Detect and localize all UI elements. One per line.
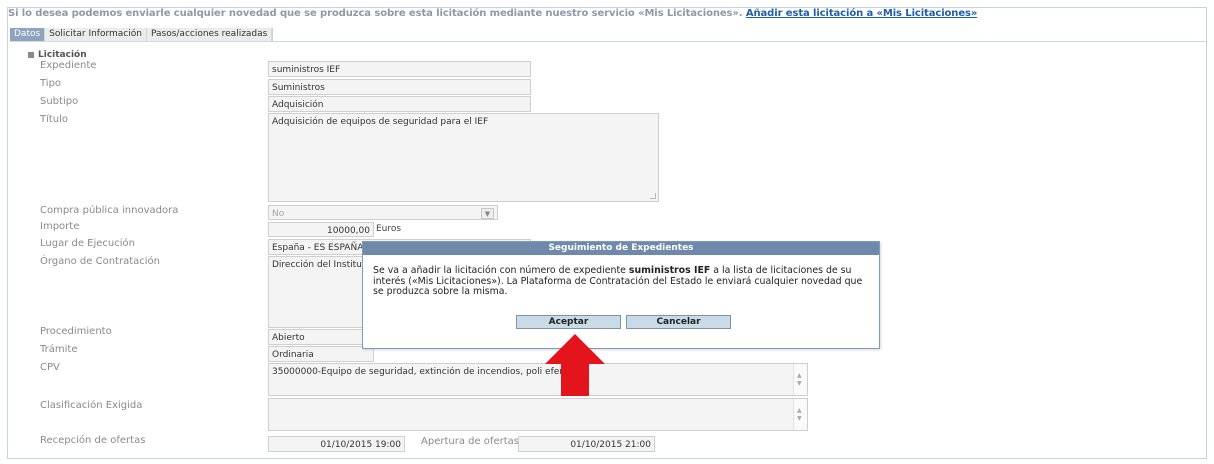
expediente-field[interactable]: suministros IEF [268, 61, 531, 77]
tracking-dialog: Seguimiento de Expedientes Se va a añadi… [362, 241, 880, 349]
scroll-down-icon[interactable]: ▼ [797, 413, 802, 425]
label-apertura: Apertura de ofertas [421, 436, 519, 447]
label-titulo: Título [40, 114, 69, 125]
titulo-textarea[interactable]: Adquisición de equipos de seguridad para… [268, 113, 659, 202]
red-arrow-icon [545, 334, 605, 396]
clasificacion-textarea[interactable]: ▲ ▼ [268, 398, 808, 431]
label-importe: Importe [40, 221, 80, 232]
dialog-message: Se va a añadir la licitación con número … [373, 265, 873, 298]
tab-solicitar-informacion[interactable]: Solicitar Información [45, 28, 147, 41]
tab-pasos-acciones[interactable]: Pasos/acciones realizadas [146, 28, 273, 41]
dialog-message-pre: Se va a añadir la licitación con número … [373, 265, 629, 276]
label-compra: Compra pública innovadora [40, 205, 179, 216]
notice-text: Si lo desea podemos enviarle cualquier n… [8, 8, 743, 19]
tipo-field[interactable]: Suministros [268, 79, 531, 95]
compra-value: No [272, 209, 285, 219]
tab-divider [10, 41, 1206, 42]
apertura-field[interactable]: 01/10/2015 21:00 [518, 436, 655, 452]
label-organo: Órgano de Contratación [40, 256, 160, 267]
label-subtipo: Subtipo [40, 96, 79, 107]
label-cpv: CPV [40, 362, 60, 373]
importe-field[interactable]: 10000,00 [268, 222, 374, 237]
add-to-my-tenders-link[interactable]: Añadir esta licitación a «Mis Licitacion… [746, 8, 977, 19]
tab-bar: Datos Solicitar Información Pasos/accion… [10, 28, 274, 41]
titulo-text: Adquisición de equipos de seguridad para… [272, 117, 489, 127]
resize-handle-icon[interactable] [650, 193, 656, 199]
label-recepcion: Recepción de ofertas [40, 435, 146, 446]
label-tipo: Tipo [40, 78, 62, 89]
importe-unit: Euros [376, 224, 402, 234]
label-expediente: Expediente [40, 60, 97, 71]
cpv-textarea[interactable]: 35000000-Equipo de seguridad, extinción … [268, 363, 808, 396]
clasificacion-scrollbar[interactable]: ▲ ▼ [793, 399, 807, 430]
scroll-down-icon[interactable]: ▼ [797, 378, 802, 390]
label-procedimiento: Procedimiento [40, 326, 112, 337]
compra-select[interactable]: No ▼ [268, 205, 498, 220]
cpv-scrollbar[interactable]: ▲ ▼ [793, 364, 807, 395]
label-clasificacion: Clasificación Exigida [40, 400, 143, 411]
notice-bar: Si lo desea podemos enviarle cualquier n… [8, 8, 1206, 19]
recepcion-field[interactable]: 01/10/2015 19:00 [268, 436, 405, 452]
cancel-button[interactable]: Cancelar [626, 315, 731, 329]
tab-datos[interactable]: Datos [10, 28, 46, 41]
procedimiento-field[interactable]: Abierto [268, 329, 374, 345]
tramite-field[interactable]: Ordinaria [268, 346, 374, 362]
label-tramite: Trámite [40, 344, 78, 355]
section-header: Licitación [28, 50, 87, 60]
chevron-down-icon[interactable]: ▼ [481, 208, 494, 219]
section-title: Licitación [38, 50, 87, 60]
cpv-text: 35000000-Equipo de seguridad, extinción … [272, 367, 579, 377]
subtipo-field[interactable]: Adquisición [268, 96, 531, 112]
accept-button[interactable]: Aceptar [516, 315, 621, 329]
label-lugar: Lugar de Ejecución [40, 238, 135, 249]
dialog-title: Seguimiento de Expedientes [363, 242, 879, 255]
dialog-message-expediente: suministros IEF [628, 265, 711, 276]
bullet-square-icon [28, 52, 34, 58]
